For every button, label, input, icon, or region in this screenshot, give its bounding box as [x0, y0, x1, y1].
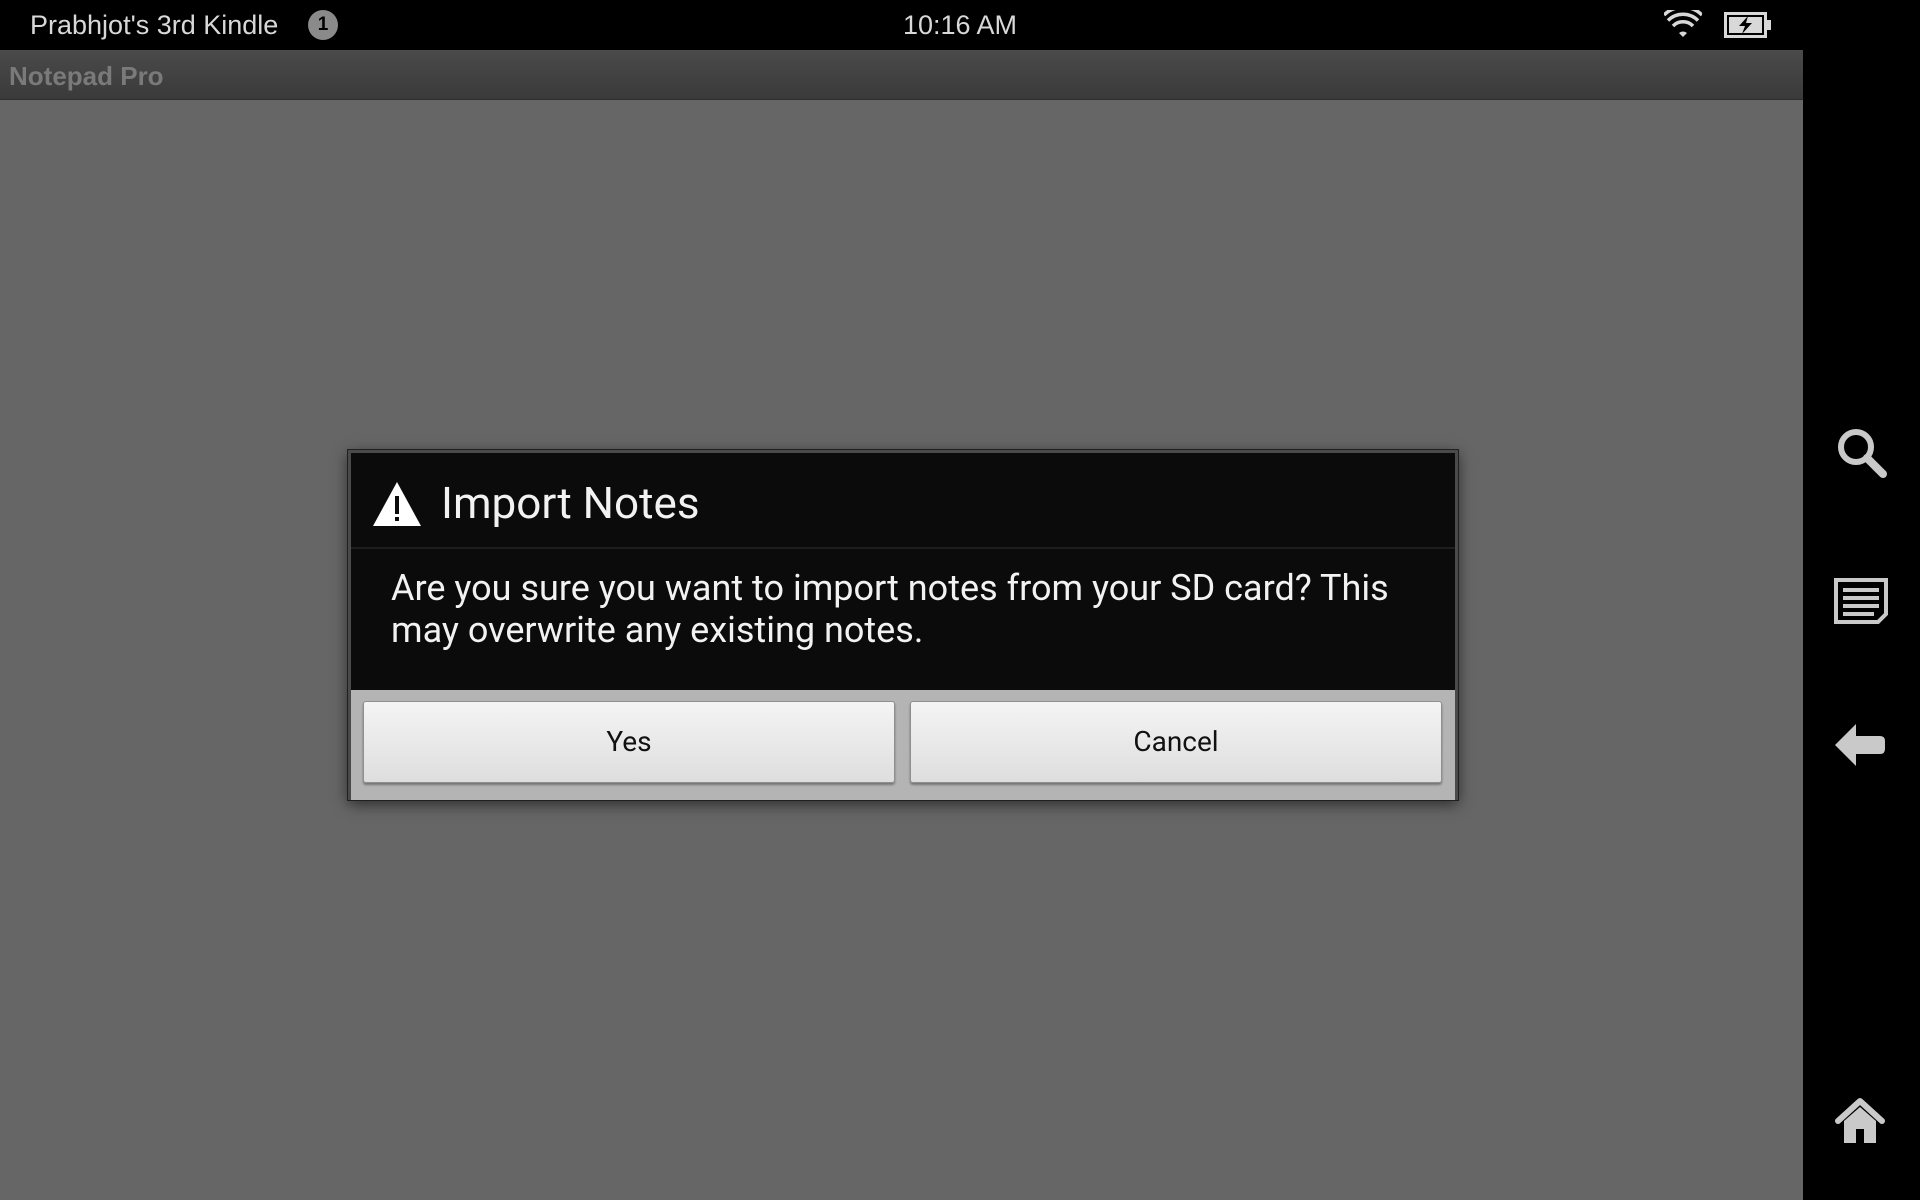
- device-name[interactable]: Prabhjot's 3rd Kindle: [30, 8, 278, 42]
- search-icon[interactable]: [1834, 425, 1888, 479]
- battery-charging-icon[interactable]: [1724, 12, 1772, 38]
- home-icon[interactable]: [1834, 1097, 1886, 1145]
- yes-button[interactable]: Yes: [363, 701, 895, 783]
- app-title: Notepad Pro: [9, 61, 164, 91]
- warning-icon: [373, 482, 421, 526]
- app-title-bar: Notepad Pro: [0, 50, 1803, 100]
- dialog-message: Are you sure you want to import notes fr…: [391, 567, 1389, 651]
- navigation-bar: [1803, 0, 1920, 1200]
- dialog-header: Import Notes: [351, 453, 1455, 549]
- status-bar: Prabhjot's 3rd Kindle 1 10:16 AM: [0, 0, 1803, 50]
- clock: 10:16 AM: [902, 10, 1018, 40]
- cancel-button[interactable]: Cancel: [910, 701, 1442, 783]
- back-icon[interactable]: [1834, 722, 1886, 768]
- wifi-icon[interactable]: [1664, 10, 1702, 40]
- notification-badge[interactable]: 1: [308, 10, 338, 40]
- import-notes-dialog: Import Notes Are you sure you want to im…: [348, 450, 1458, 800]
- dialog-title: Import Notes: [441, 477, 700, 529]
- menu-icon[interactable]: [1834, 578, 1888, 624]
- dialog-button-bar: Yes Cancel: [351, 690, 1455, 800]
